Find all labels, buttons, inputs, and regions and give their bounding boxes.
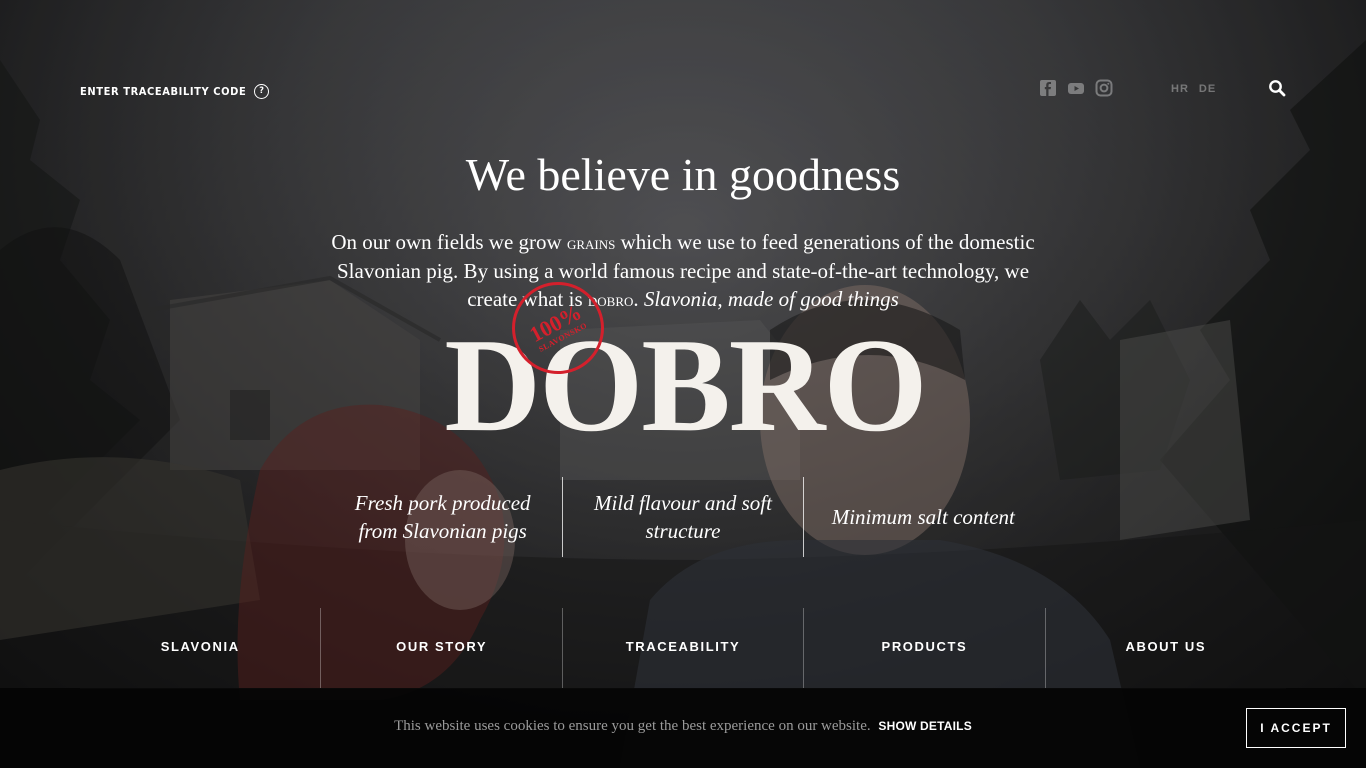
- logo-wordmark: DOBRO: [444, 311, 927, 459]
- nav-label: SLAVONIA: [160, 639, 240, 654]
- cookie-message: This website uses cookies to ensure you …: [394, 718, 871, 734]
- feature-list: Fresh pork produced from Slavonian pigs …: [323, 477, 1043, 557]
- search-icon[interactable]: [1268, 79, 1286, 97]
- nav-item-products[interactable]: PRODUCTS: [803, 608, 1044, 688]
- instagram-icon[interactable]: [1095, 79, 1113, 97]
- nav-item-traceability[interactable]: TRACEABILITY: [561, 608, 803, 688]
- nav-item-our-story[interactable]: OUR STORY: [320, 608, 561, 688]
- dobro-logo: DOBRO 100% SLAVONSKO: [430, 265, 940, 460]
- nav-label: ABOUT US: [1125, 639, 1207, 654]
- hero-title: We believe in goodness: [465, 149, 901, 200]
- youtube-icon[interactable]: [1067, 79, 1085, 97]
- cookie-text: This website uses cookies to ensure you …: [0, 718, 1366, 735]
- traceability-code-link[interactable]: ENTER TRACEABILITY CODE ?: [80, 84, 270, 99]
- main-navigation: SLAVONIA OUR STORY TRACEABILITY PRODUCTS…: [80, 608, 1286, 689]
- hero-text-part1: On our own fields we grow: [331, 230, 567, 254]
- show-details-link[interactable]: SHOW DETAILS: [878, 719, 972, 733]
- cookie-consent-bar: This website uses cookies to ensure you …: [0, 688, 1366, 768]
- language-de[interactable]: DE: [1199, 83, 1216, 95]
- nav-label: OUR STORY: [396, 639, 488, 654]
- language-switcher: HR DE: [1171, 83, 1216, 95]
- feature-item: Fresh pork produced from Slavonian pigs: [354, 491, 531, 543]
- help-circle-icon: ?: [254, 84, 270, 99]
- page: ENTER TRACEABILITY CODE ? HR DE We belie…: [0, 0, 1366, 768]
- facebook-icon[interactable]: [1039, 79, 1057, 97]
- feature-item: Mild flavour and soft structure: [562, 477, 802, 557]
- nav-item-about-us[interactable]: ABOUT US: [1044, 608, 1286, 688]
- language-hr[interactable]: HR: [1171, 83, 1189, 95]
- nav-item-slavonia[interactable]: SLAVONIA: [80, 608, 320, 688]
- accept-cookies-button[interactable]: I ACCEPT: [1246, 708, 1346, 748]
- nav-label: PRODUCTS: [881, 639, 968, 654]
- hero-text-grains: grains: [566, 233, 616, 253]
- nav-label: TRACEABILITY: [625, 639, 741, 654]
- social-links: [1039, 79, 1113, 97]
- feature-item: Minimum salt content: [802, 477, 1043, 557]
- traceability-code-label: ENTER TRACEABILITY CODE: [80, 85, 247, 98]
